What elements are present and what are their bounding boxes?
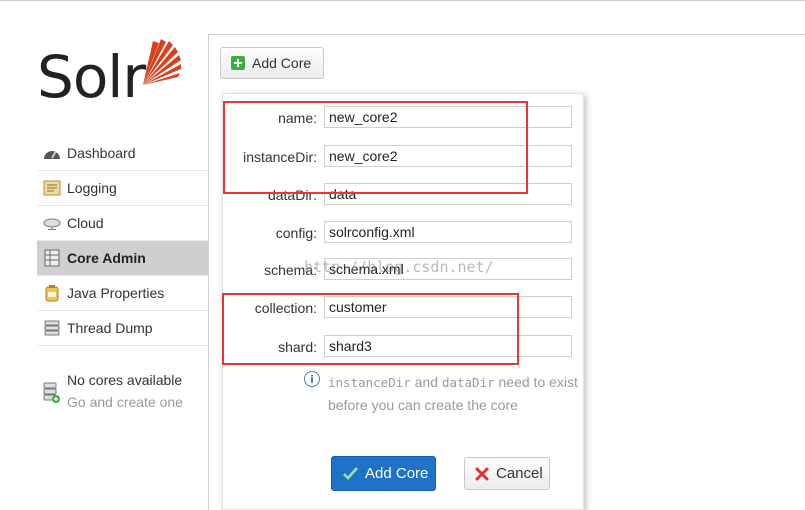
dashboard-icon: [43, 144, 61, 162]
info-icon: i: [304, 371, 320, 387]
config-label: config:: [275, 225, 317, 241]
shard-label: shard:: [278, 339, 317, 355]
sidebar-item-core-admin[interactable]: Core Admin: [37, 241, 208, 276]
watermark: http://blog.csdn.net/: [304, 258, 494, 276]
sidebar-item-label: Java Properties: [67, 285, 165, 301]
close-icon: [475, 467, 489, 481]
cancel-button[interactable]: Cancel: [464, 457, 550, 490]
info-code-data-dir: dataDir: [441, 375, 495, 390]
config-input[interactable]: [324, 221, 572, 243]
info-note: instanceDir and dataDir need to exist be…: [328, 371, 578, 416]
cloud-icon: [43, 214, 61, 232]
logging-icon: [43, 179, 61, 197]
cancel-label: Cancel: [496, 465, 543, 482]
add-core-toolbar-button[interactable]: Add Core: [220, 47, 324, 79]
data-dir-input[interactable]: [324, 183, 572, 205]
no-cores-title: No cores available: [67, 372, 183, 388]
info-and: and: [410, 374, 442, 390]
sidebar-item-thread-dump[interactable]: Thread Dump: [37, 311, 208, 346]
top-divider: [0, 0, 805, 1]
sidebar-item-label: Logging: [67, 180, 117, 196]
checkmark-icon: [343, 467, 358, 480]
sidebar-item-label: Thread Dump: [67, 320, 153, 336]
instance-dir-label: instanceDir:: [243, 149, 317, 165]
collection-label: collection:: [254, 300, 317, 316]
info-code-instance-dir: instanceDir: [328, 375, 411, 390]
sidebar-item-java-properties[interactable]: Java Properties: [37, 276, 208, 311]
instance-dir-input[interactable]: [324, 145, 572, 167]
sidebar-item-cloud[interactable]: Cloud: [37, 206, 208, 241]
sidebar-item-label: Dashboard: [67, 145, 136, 161]
plus-icon: [231, 56, 245, 70]
sidebar-item-dashboard[interactable]: Dashboard: [37, 136, 208, 171]
add-core-submit-label: Add Core: [365, 465, 429, 482]
add-core-db-icon: [43, 382, 61, 403]
name-label: name:: [278, 110, 317, 126]
data-dir-label: dataDir:: [267, 187, 317, 203]
sun-rays-icon: [143, 39, 181, 85]
thread-dump-icon: [43, 319, 61, 337]
no-cores-subtitle: Go and create one: [67, 394, 183, 410]
collection-input[interactable]: [324, 296, 572, 318]
logo-text: Solr: [37, 43, 146, 111]
java-properties-icon: [43, 284, 61, 302]
sidebar-item-logging[interactable]: Logging: [37, 171, 208, 206]
sidebar-item-label: Cloud: [67, 215, 104, 231]
sidebar-nav: Dashboard Logging Cloud Core Admin Java …: [37, 136, 208, 346]
add-core-toolbar-label: Add Core: [252, 55, 312, 71]
name-input[interactable]: [324, 106, 572, 128]
core-admin-icon: [43, 249, 61, 267]
solr-logo[interactable]: Solr: [37, 33, 197, 113]
shard-input[interactable]: [324, 335, 572, 357]
sidebar-item-label: Core Admin: [67, 250, 146, 266]
add-core-submit-button[interactable]: Add Core: [331, 456, 436, 491]
